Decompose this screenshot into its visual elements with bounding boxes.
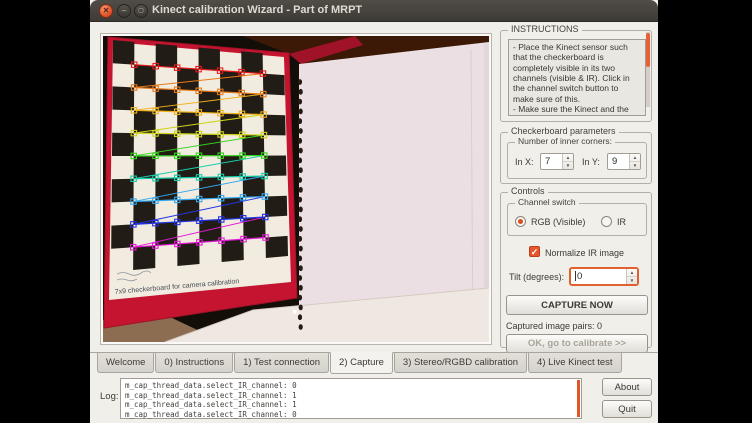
camera-image-panel: 7x9 checkerboard for camera calibration	[100, 33, 492, 345]
quit-button[interactable]: Quit	[602, 400, 652, 418]
tab-welcome[interactable]: Welcome	[97, 353, 154, 373]
instructions-textarea[interactable]: - Place the Kinect sensor such that the …	[508, 39, 646, 116]
tilt-spinner[interactable]: 0 ▲▼	[569, 267, 639, 286]
in-x-value[interactable]: 7	[541, 154, 562, 169]
log-text[interactable]: m_cap_thread_data.select_IR_channel: 0 m…	[125, 381, 573, 419]
ir-radio[interactable]	[601, 216, 612, 227]
tilt-spin-arrows[interactable]: ▲▼	[626, 269, 637, 284]
app-window: ✕ – ▢ Kinect calibration Wizard - Part o…	[90, 0, 658, 423]
instructions-scrollbar-thumb[interactable]	[646, 33, 650, 67]
window-title: Kinect calibration Wizard - Part of MRPT	[152, 4, 362, 16]
in-y-label: In Y:	[582, 157, 600, 167]
rgb-radio-label[interactable]: RGB (Visible)	[531, 217, 585, 227]
inner-corners-group: Number of inner corners: In X: 7 ▲▼ In Y…	[507, 142, 647, 179]
instructions-group: INSTRUCTIONS - Place the Kinect sensor s…	[500, 30, 652, 122]
maximize-icon[interactable]: ▢	[134, 4, 148, 18]
screen: ✕ – ▢ Kinect calibration Wizard - Part o…	[0, 0, 752, 423]
titlebar[interactable]: ✕ – ▢ Kinect calibration Wizard - Part o…	[90, 0, 658, 22]
log-box[interactable]: m_cap_thread_data.select_IR_channel: 0 m…	[120, 378, 582, 419]
instructions-label: INSTRUCTIONS	[508, 24, 582, 34]
close-icon[interactable]: ✕	[99, 4, 113, 18]
in-x-label: In X:	[515, 157, 534, 167]
in-y-spin-arrows[interactable]: ▲▼	[629, 154, 640, 169]
ok-calibrate-button[interactable]: OK, go to calibrate >>	[506, 334, 648, 353]
normalize-ir-checkbox[interactable]: ✓	[529, 246, 540, 257]
controls-label: Controls	[508, 186, 548, 196]
checkerboard-params-group: Checkerboard parameters Number of inner …	[500, 132, 652, 184]
capture-now-button[interactable]: CAPTURE NOW	[506, 295, 648, 315]
checkerboard-params-label: Checkerboard parameters	[508, 126, 619, 136]
tab-bar: Welcome0) Instructions1) Test connection…	[90, 352, 658, 374]
in-x-spinner[interactable]: 7 ▲▼	[540, 153, 574, 170]
tab-2-capture[interactable]: 2) Capture	[330, 352, 393, 374]
tilt-value[interactable]: 0	[571, 269, 626, 284]
captured-pairs-label: Captured image pairs: 0	[506, 321, 602, 331]
inner-corners-label: Number of inner corners:	[515, 136, 615, 146]
instructions-scrollbar[interactable]	[646, 32, 650, 107]
tilt-label: Tilt (degrees):	[509, 272, 564, 282]
about-button[interactable]: About	[602, 378, 652, 396]
in-y-spinner[interactable]: 9 ▲▼	[607, 153, 641, 170]
camera-image: 7x9 checkerboard for camera calibration	[103, 36, 489, 342]
tab-3-stereo-rgbd-calibration[interactable]: 3) Stereo/RGBD calibration	[394, 353, 527, 373]
channel-switch-label: Channel switch	[515, 197, 579, 207]
tab-1-test-connection[interactable]: 1) Test connection	[234, 353, 329, 373]
in-x-spin-arrows[interactable]: ▲▼	[562, 154, 573, 169]
in-y-value[interactable]: 9	[608, 154, 629, 169]
log-label: Log:	[100, 391, 119, 402]
rgb-radio[interactable]	[515, 216, 526, 227]
tab-0-instructions[interactable]: 0) Instructions	[155, 353, 233, 373]
ir-radio-label[interactable]: IR	[617, 217, 626, 227]
log-scrollbar[interactable]	[577, 380, 580, 417]
normalize-ir-label[interactable]: Normalize IR image	[545, 248, 624, 258]
tab-4-live-kinect-test[interactable]: 4) Live Kinect test	[528, 353, 622, 373]
controls-group: Controls Channel switch RGB (Visible) IR…	[500, 192, 652, 348]
minimize-icon[interactable]: –	[117, 4, 131, 18]
channel-switch-group: Channel switch RGB (Visible) IR	[507, 203, 647, 236]
